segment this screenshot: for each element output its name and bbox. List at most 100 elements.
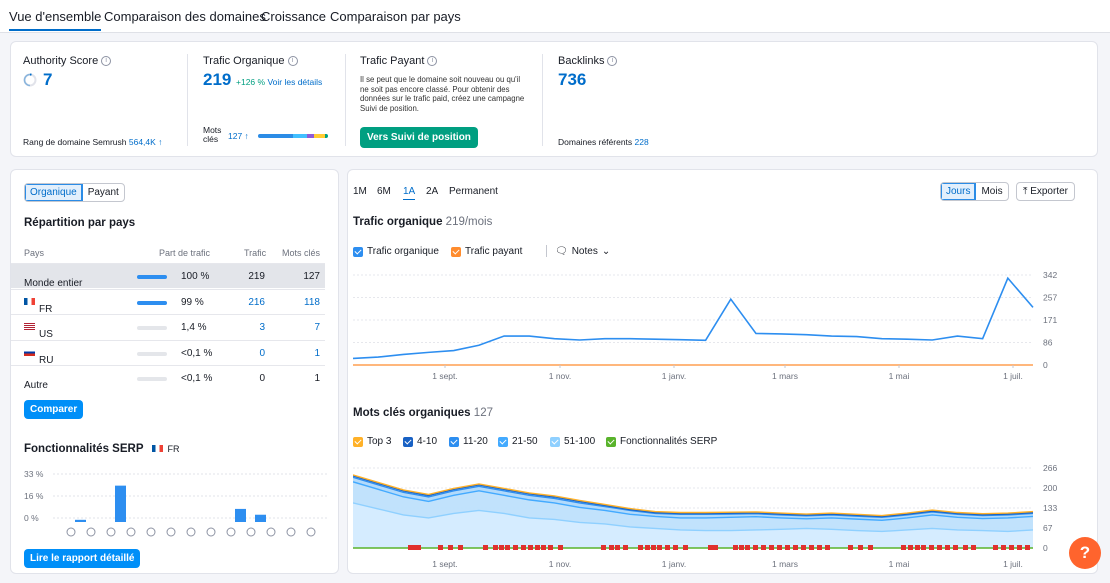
serp-marker bbox=[601, 545, 606, 550]
organic-traffic-change: +126 % bbox=[236, 77, 266, 87]
serp-marker bbox=[793, 545, 798, 550]
domain-rank: Rang de domaine Semrush 564,4K ↑ bbox=[23, 137, 163, 147]
serp-marker bbox=[739, 545, 744, 550]
serp-marker bbox=[651, 545, 656, 550]
legend-item[interactable]: 11-20 bbox=[449, 436, 488, 447]
serp-marker bbox=[963, 545, 968, 550]
checkbox-icon bbox=[451, 246, 461, 257]
read-report-button[interactable]: Lire le rapport détaillé bbox=[24, 549, 141, 568]
backlinks-metric: Backlinks i 736 Domaines référents 228 bbox=[558, 42, 758, 158]
serp-marker bbox=[785, 545, 790, 550]
serp-country: FR bbox=[152, 444, 179, 454]
y-tick-label: 67 bbox=[1043, 523, 1053, 533]
serp-marker bbox=[825, 545, 830, 550]
info-icon[interactable]: i bbox=[101, 56, 112, 66]
keywords-count[interactable]: 127 ↑ bbox=[228, 131, 249, 141]
tab-growth[interactable]: Croissance bbox=[261, 9, 326, 24]
info-icon[interactable]: i bbox=[427, 56, 438, 66]
days-toggle[interactable]: Jours bbox=[941, 183, 977, 200]
traffic-value[interactable]: 216 bbox=[248, 297, 265, 308]
x-tick-label: 1 juil. bbox=[1003, 559, 1023, 569]
serp-marker bbox=[708, 545, 713, 550]
trends-card: 1M 6M 1A 2A Permanent Jours Mois ⤒ Expor… bbox=[347, 169, 1098, 574]
traffic-share: 1,4 % bbox=[181, 322, 207, 333]
serp-marker bbox=[638, 545, 643, 550]
y-tick-label: 0 bbox=[1043, 360, 1048, 370]
legend-item[interactable]: 51-100 bbox=[550, 436, 595, 447]
legend-item[interactable]: 4-10 bbox=[403, 436, 437, 447]
traffic-value: 0 bbox=[259, 373, 265, 384]
serp-marker bbox=[761, 545, 766, 550]
organic-toggle[interactable]: Organique bbox=[25, 184, 83, 201]
serp-marker bbox=[513, 545, 518, 550]
x-tick-label: 1 janv. bbox=[662, 559, 686, 569]
info-icon[interactable]: i bbox=[607, 56, 618, 66]
doc-icon bbox=[266, 527, 276, 537]
traffic-value[interactable]: 0 bbox=[259, 348, 265, 359]
checkbox-icon bbox=[606, 436, 616, 447]
table-row[interactable]: US 1,4 % 3 7 bbox=[11, 314, 325, 340]
image-icon bbox=[126, 527, 136, 537]
table-row[interactable]: RU <0,1 % 0 1 bbox=[11, 339, 325, 366]
table-row[interactable]: FR 99 % 216 118 bbox=[11, 288, 325, 315]
keywords-value[interactable]: 7 bbox=[314, 322, 320, 333]
paid-traffic-metric: Trafic Payant i Il se peut que le domaine… bbox=[360, 42, 530, 158]
info-icon[interactable]: i bbox=[287, 56, 298, 66]
legend-item[interactable]: Fonctionnalités SERP bbox=[606, 436, 717, 447]
position-tracking-button[interactable]: Vers Suivi de position bbox=[360, 127, 478, 148]
serp-marker bbox=[769, 545, 774, 550]
legend-item[interactable]: 21-50 bbox=[498, 436, 538, 447]
period-1m[interactable]: 1M bbox=[353, 186, 367, 197]
y-tick-label: 200 bbox=[1043, 483, 1057, 493]
tab-overview[interactable]: Vue d'ensemble bbox=[9, 9, 102, 31]
serp-marker bbox=[915, 545, 920, 550]
x-tick-label: 1 sept. bbox=[432, 559, 458, 569]
period-2a[interactable]: 2A bbox=[426, 186, 438, 197]
table-header: Pays Part de trafic Trafic Mots clés bbox=[11, 245, 338, 263]
col-traffic: Trafic bbox=[244, 248, 267, 258]
y-tick-label: 266 bbox=[1043, 463, 1057, 473]
referring-domains-value[interactable]: 228 bbox=[635, 137, 649, 147]
serp-marker bbox=[645, 545, 650, 550]
x-tick-label: 1 janv. bbox=[662, 371, 686, 381]
keywords-value: 1 bbox=[314, 373, 320, 384]
notes-dropdown[interactable]: 🗨 Notes ⌄ bbox=[546, 245, 610, 257]
keywords-value[interactable]: 118 bbox=[304, 297, 320, 308]
period-permanent[interactable]: Permanent bbox=[449, 186, 498, 197]
paid-toggle[interactable]: Payant bbox=[83, 184, 124, 201]
tab-country-comparison[interactable]: Comparaison par pays bbox=[330, 9, 461, 24]
checkbox-icon bbox=[449, 436, 459, 447]
chevron-down-icon: ⌄ bbox=[601, 245, 611, 257]
video-icon bbox=[166, 527, 176, 537]
legend-item[interactable]: Top 3 bbox=[353, 436, 391, 447]
legend-organic[interactable]: Trafic organique bbox=[353, 246, 439, 257]
help-button[interactable]: ? bbox=[1069, 537, 1101, 569]
period-6m[interactable]: 6M bbox=[377, 186, 391, 197]
keywords-value[interactable]: 1 bbox=[314, 348, 320, 359]
backlinks-value[interactable]: 736 bbox=[558, 70, 586, 90]
view-details-link[interactable]: Voir les détails bbox=[267, 77, 322, 87]
tab-domain-comparison[interactable]: Comparaison des domaines bbox=[104, 9, 266, 24]
granularity-toggle: Jours Mois bbox=[940, 182, 1009, 201]
serp-marker bbox=[817, 545, 822, 550]
serp-marker bbox=[1009, 545, 1014, 550]
serp-marker bbox=[753, 545, 758, 550]
country-name: US bbox=[24, 322, 53, 340]
serp-ytick: 16 % bbox=[24, 491, 44, 501]
table-row[interactable]: Monde entier 100 % 219 127 bbox=[11, 263, 325, 289]
serp-marker bbox=[483, 545, 488, 550]
months-toggle[interactable]: Mois bbox=[976, 183, 1007, 200]
x-tick-label: 1 nov. bbox=[549, 559, 572, 569]
authority-gauge-icon bbox=[23, 73, 37, 87]
compare-button[interactable]: Comparer bbox=[24, 400, 84, 419]
period-1a[interactable]: 1A bbox=[403, 186, 416, 200]
domain-rank-value[interactable]: 564,4K ↑ bbox=[129, 137, 163, 147]
x-tick-label: 1 mai bbox=[889, 371, 910, 381]
table-row[interactable]: Autre <0,1 % 0 1 bbox=[11, 365, 325, 391]
legend-paid[interactable]: Trafic payant bbox=[451, 246, 522, 257]
traffic-value[interactable]: 3 bbox=[259, 322, 265, 333]
organic-paid-toggle: Organique Payant bbox=[24, 183, 125, 202]
fr-flag-icon bbox=[152, 445, 164, 452]
export-button[interactable]: ⤒ Exporter bbox=[1016, 182, 1075, 201]
serp-marker bbox=[901, 545, 906, 550]
